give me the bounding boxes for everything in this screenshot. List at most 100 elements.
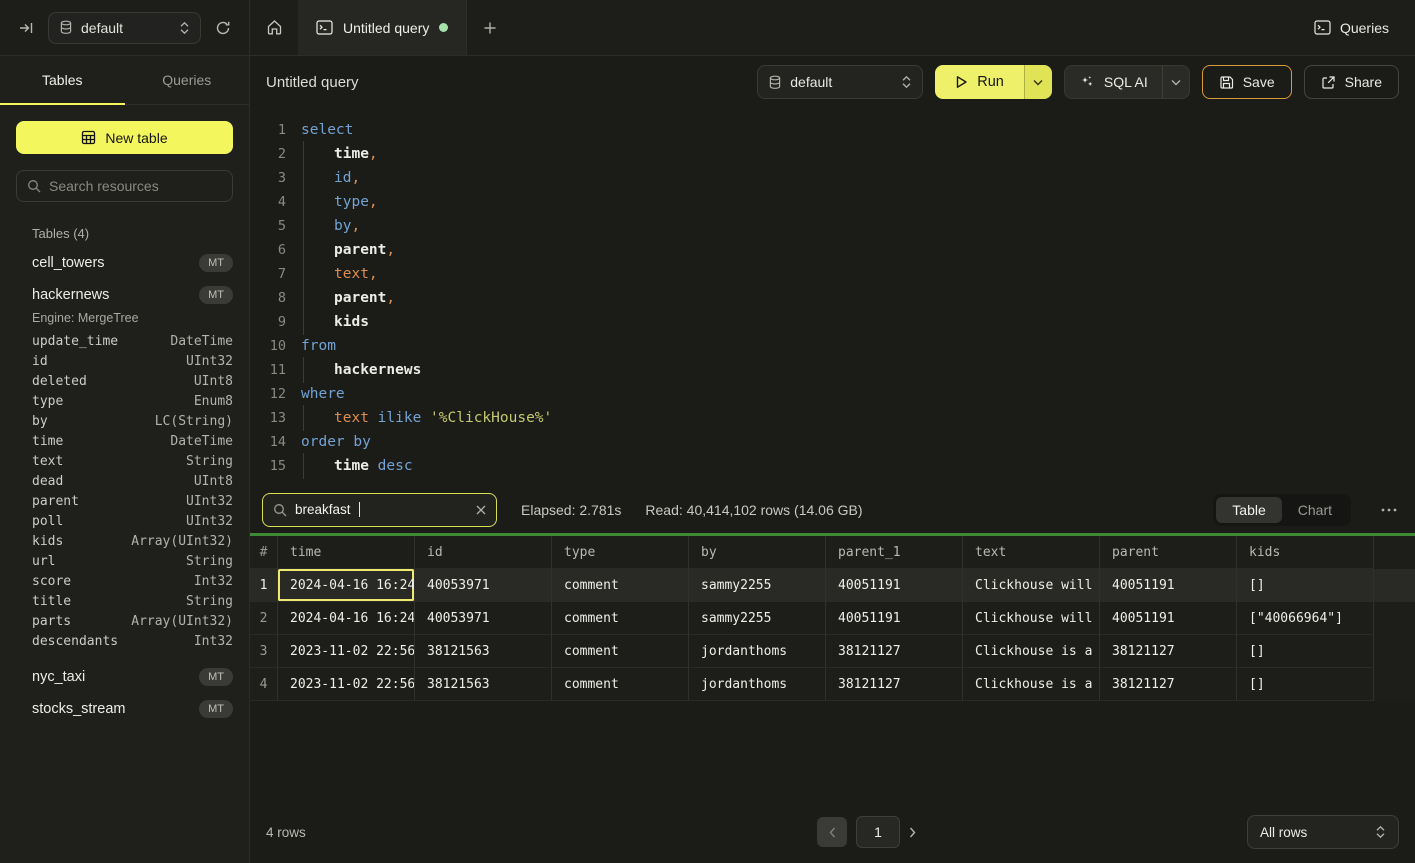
page-size-selector[interactable]: All rows: [1247, 815, 1399, 849]
column-header[interactable]: time: [278, 536, 415, 569]
sidebar-tab-tables[interactable]: Tables: [0, 56, 125, 104]
column-row[interactable]: titleString: [16, 591, 233, 611]
column-row[interactable]: deletedUInt8: [16, 371, 233, 391]
query-database-value: default: [790, 74, 893, 90]
column-row[interactable]: deadUInt8: [16, 471, 233, 491]
table-row[interactable]: 32023-11-02 22:56…38121563commentjordant…: [250, 635, 1415, 668]
column-header[interactable]: #: [250, 536, 278, 569]
column-header[interactable]: text: [963, 536, 1100, 569]
table-cell[interactable]: 40051191: [826, 602, 963, 635]
table-cell[interactable]: 38121127: [826, 635, 963, 668]
table-cell[interactable]: 2023-11-02 22:56…: [278, 635, 415, 668]
save-button[interactable]: Save: [1202, 65, 1292, 99]
sidebar-table-item[interactable]: nyc_taxiMT: [16, 661, 233, 693]
tab-untitled-query[interactable]: Untitled query: [298, 0, 467, 55]
column-header[interactable]: kids: [1237, 536, 1374, 569]
sql-editor[interactable]: 1select2time,3id,4type,5by,6parent,7text…: [250, 108, 1415, 486]
column-row[interactable]: update_timeDateTime: [16, 331, 233, 351]
table-cell[interactable]: 38121563: [415, 635, 552, 668]
table-row[interactable]: 42023-11-02 22:56…38121563commentjordant…: [250, 668, 1415, 701]
column-row[interactable]: typeEnum8: [16, 391, 233, 411]
column-header[interactable]: parent_1: [826, 536, 963, 569]
table-cell[interactable]: 40051191: [1100, 569, 1237, 602]
column-row[interactable]: scoreInt32: [16, 571, 233, 591]
table-cell[interactable]: 40051191: [1100, 602, 1237, 635]
table-cell[interactable]: Clickhouse is a …: [963, 668, 1100, 701]
table-cell[interactable]: comment: [552, 602, 689, 635]
sql-token: time: [334, 458, 369, 474]
sql-ai-options-button[interactable]: [1162, 66, 1189, 98]
table-cell[interactable]: Clickhouse will …: [963, 602, 1100, 635]
sidebar-table-item[interactable]: hackernewsMT: [16, 279, 233, 311]
view-toggle-chart[interactable]: Chart: [1282, 497, 1348, 523]
sql-ai-button[interactable]: SQL AI: [1065, 66, 1162, 98]
view-toggle-table[interactable]: Table: [1216, 497, 1281, 523]
sidebar-search[interactable]: [16, 170, 233, 202]
table-cell[interactable]: 40053971: [415, 602, 552, 635]
collapse-sidebar-button[interactable]: [14, 16, 38, 40]
table-cell[interactable]: comment: [552, 635, 689, 668]
line-number: 8: [250, 286, 286, 310]
prev-page-button[interactable]: [817, 817, 847, 847]
next-page-button[interactable]: [909, 827, 916, 838]
table-cell[interactable]: 38121563: [415, 668, 552, 701]
table-cell[interactable]: 38121127: [826, 668, 963, 701]
table-cell[interactable]: 38121127: [1100, 635, 1237, 668]
new-table-button[interactable]: New table: [16, 121, 233, 154]
queries-button[interactable]: Queries: [1288, 0, 1415, 55]
home-tab[interactable]: [250, 0, 298, 55]
table-cell[interactable]: Clickhouse is a …: [963, 635, 1100, 668]
code-line: 15time desc: [250, 454, 1415, 478]
row-number: 3: [250, 635, 278, 668]
read-stat: Read: 40,414,102 rows (14.06 GB): [645, 502, 862, 518]
table-cell[interactable]: 38121127: [1100, 668, 1237, 701]
table-cell[interactable]: []: [1237, 668, 1374, 701]
table-cell[interactable]: comment: [552, 668, 689, 701]
table-cell[interactable]: ["40066964"]: [1237, 602, 1374, 635]
table-cell[interactable]: []: [1237, 635, 1374, 668]
column-row[interactable]: parentUInt32: [16, 491, 233, 511]
sidebar-table-item[interactable]: cell_towersMT: [16, 247, 233, 279]
sidebar-table-item[interactable]: stocks_streamMT: [16, 693, 233, 725]
share-button[interactable]: Share: [1304, 65, 1399, 99]
column-row[interactable]: pollUInt32: [16, 511, 233, 531]
table-cell[interactable]: sammy2255: [689, 602, 826, 635]
column-row[interactable]: byLC(String): [16, 411, 233, 431]
column-header[interactable]: id: [415, 536, 552, 569]
column-row[interactable]: idUInt32: [16, 351, 233, 371]
table-cell[interactable]: sammy2255: [689, 569, 826, 602]
run-options-button[interactable]: [1024, 65, 1052, 99]
table-row[interactable]: 22024-04-16 16:24…40053971commentsammy22…: [250, 602, 1415, 635]
table-cell[interactable]: 40051191: [826, 569, 963, 602]
table-cell[interactable]: Clickhouse will …: [963, 569, 1100, 602]
current-page[interactable]: 1: [856, 816, 900, 848]
refresh-button[interactable]: [211, 16, 235, 40]
table-cell[interactable]: 2023-11-02 22:56…: [278, 668, 415, 701]
table-cell[interactable]: 40053971: [415, 569, 552, 602]
query-database-selector[interactable]: default: [757, 65, 923, 99]
table-cell[interactable]: []: [1237, 569, 1374, 602]
column-header[interactable]: parent: [1100, 536, 1237, 569]
table-row[interactable]: 12024-04-16 16:24…40053971commentsammy22…: [250, 569, 1415, 602]
topbar-database-selector[interactable]: default: [48, 12, 201, 44]
sidebar-search-input[interactable]: [49, 178, 222, 194]
column-row[interactable]: kidsArray(UInt32): [16, 531, 233, 551]
column-row[interactable]: partsArray(UInt32): [16, 611, 233, 631]
column-row[interactable]: descendantsInt32: [16, 631, 233, 651]
table-cell[interactable]: jordanthoms: [689, 668, 826, 701]
results-more-button[interactable]: [1375, 508, 1403, 512]
run-button[interactable]: Run: [935, 65, 1024, 99]
table-cell[interactable]: jordanthoms: [689, 635, 826, 668]
results-search[interactable]: breakfast: [262, 493, 497, 527]
sidebar-tab-queries[interactable]: Queries: [125, 56, 250, 104]
clear-search-button[interactable]: [476, 505, 486, 515]
column-header[interactable]: type: [552, 536, 689, 569]
column-header[interactable]: by: [689, 536, 826, 569]
table-cell[interactable]: 2024-04-16 16:24…: [278, 602, 415, 635]
column-row[interactable]: textString: [16, 451, 233, 471]
column-row[interactable]: urlString: [16, 551, 233, 571]
new-tab-button[interactable]: [467, 0, 513, 55]
table-cell[interactable]: 2024-04-16 16:24…: [278, 569, 415, 602]
table-cell[interactable]: comment: [552, 569, 689, 602]
column-row[interactable]: timeDateTime: [16, 431, 233, 451]
